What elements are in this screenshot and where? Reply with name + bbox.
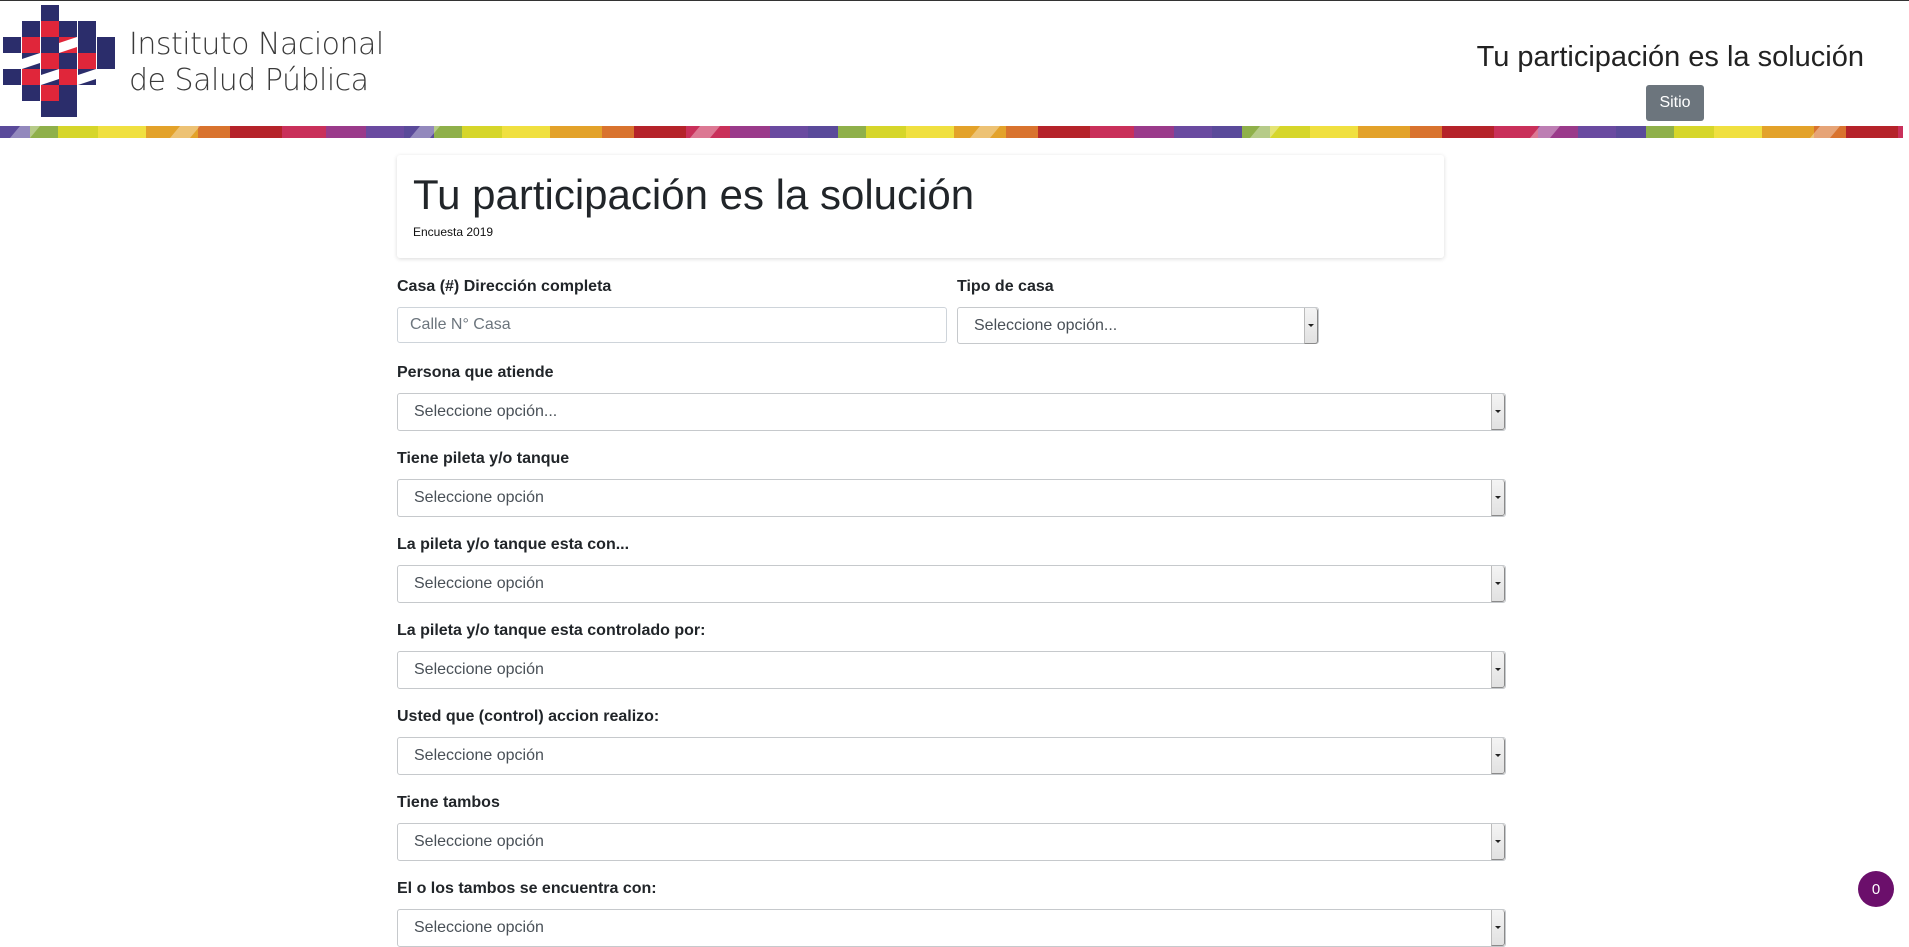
- chevron-down-icon[interactable]: [1491, 394, 1505, 430]
- select-pileta-estado-value: Seleccione opción: [414, 575, 544, 592]
- site-header: Instituto Nacional de Salud Pública Tu p…: [0, 1, 1909, 126]
- institute-logo-icon: [3, 5, 115, 117]
- chevron-down-icon[interactable]: [1491, 738, 1505, 774]
- notification-badge[interactable]: 0: [1858, 871, 1894, 907]
- select-pileta[interactable]: Seleccione opción: [397, 479, 1506, 517]
- select-tambos-estado[interactable]: Seleccione opción: [397, 909, 1506, 947]
- field-label-pileta: Tiene pileta y/o tanque: [397, 450, 570, 467]
- chevron-down-icon[interactable]: [1491, 652, 1505, 688]
- select-pileta-value: Seleccione opción: [414, 489, 544, 506]
- select-tambos-estado-value: Seleccione opción: [414, 919, 544, 936]
- survey-subtitle: Encuesta 2019: [413, 225, 494, 239]
- survey-title: Tu participación es la solución: [413, 171, 975, 218]
- institute-name-line1: Instituto Nacional: [129, 27, 384, 62]
- chevron-down-icon[interactable]: [1491, 566, 1505, 602]
- institute-name: Instituto Nacional de Salud Pública: [129, 27, 384, 99]
- select-accion[interactable]: Seleccione opción: [397, 737, 1506, 775]
- select-pileta-estado[interactable]: Seleccione opción: [397, 565, 1506, 603]
- field-label-tambos-estado: El o los tambos se encuentra con:: [397, 880, 657, 897]
- chevron-down-icon[interactable]: [1304, 308, 1318, 344]
- select-persona-value: Seleccione opción...: [414, 403, 558, 420]
- select-accion-value: Seleccione opción: [414, 747, 544, 764]
- header-title: Tu participación es la solución: [1476, 41, 1864, 73]
- institute-name-line2: de Salud Pública: [129, 63, 369, 98]
- scrollbar-edge: [1903, 126, 1909, 138]
- field-label-accion: Usted que (control) accion realizo:: [397, 708, 660, 725]
- address-label: Casa (#) Dirección completa: [397, 278, 612, 295]
- field-label-tambos: Tiene tambos: [397, 794, 500, 811]
- house-type-select[interactable]: Seleccione opción...: [957, 307, 1319, 344]
- survey-header-card: Tu participación es la solución Encuesta…: [397, 155, 1444, 258]
- chevron-down-icon[interactable]: [1491, 824, 1505, 860]
- chevron-down-icon[interactable]: [1491, 910, 1505, 946]
- select-controlado-value: Seleccione opción: [414, 661, 544, 678]
- select-persona[interactable]: Seleccione opción...: [397, 393, 1506, 431]
- chevron-down-icon[interactable]: [1491, 480, 1505, 516]
- address-input[interactable]: [397, 307, 947, 343]
- select-tambos[interactable]: Seleccione opción: [397, 823, 1506, 861]
- house-type-selected: Seleccione opción...: [974, 317, 1118, 334]
- sitio-button[interactable]: Sitio: [1646, 85, 1704, 121]
- select-controlado[interactable]: Seleccione opción: [397, 651, 1506, 689]
- field-label-persona: Persona que atiende: [397, 364, 554, 381]
- field-label-controlado: La pileta y/o tanque esta controlado por…: [397, 622, 706, 639]
- decorative-color-stripe: [0, 126, 1903, 138]
- house-type-label: Tipo de casa: [957, 278, 1054, 295]
- select-tambos-value: Seleccione opción: [414, 833, 544, 850]
- field-label-pileta-estado: La pileta y/o tanque esta con...: [397, 536, 630, 553]
